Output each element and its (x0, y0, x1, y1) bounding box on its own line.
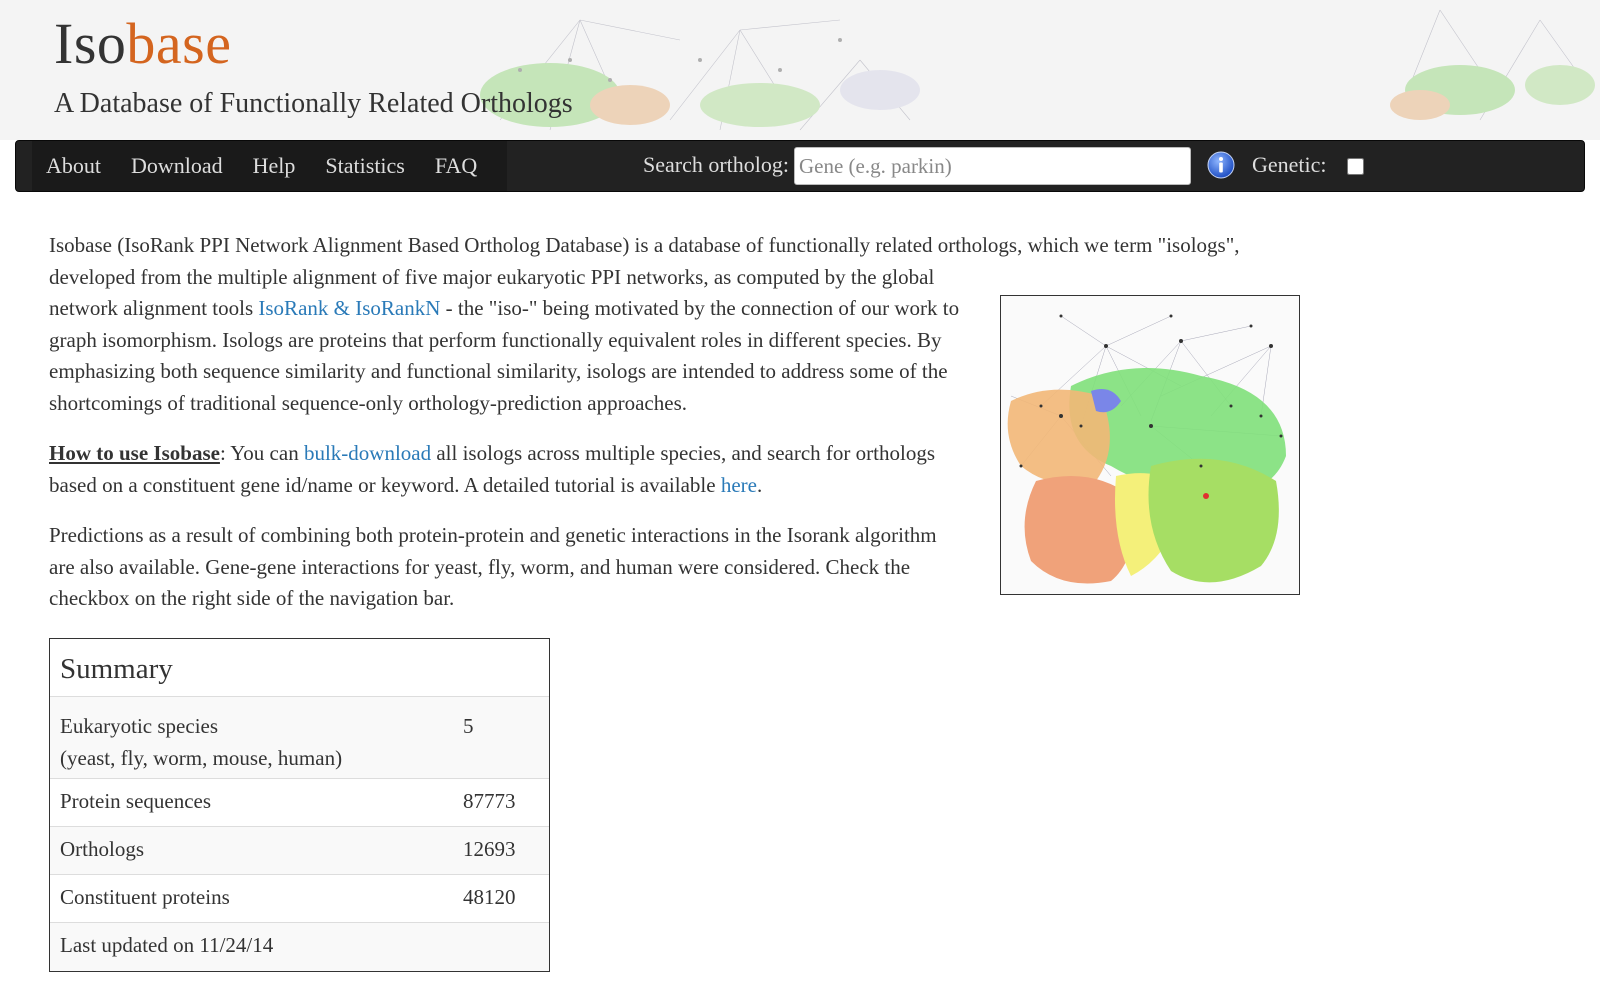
network-alignment-image (1007, 314, 1286, 584)
network-background-image-right (1390, 9, 1595, 121)
site-logo[interactable]: Isobase (54, 6, 231, 82)
bulk-download-link[interactable]: bulk-download (304, 441, 431, 465)
last-updated: Last updated on 11/24/14 (60, 933, 274, 957)
row-label: Constituent proteins (60, 885, 230, 909)
nav-link-about[interactable]: About (46, 153, 101, 179)
logo-text-iso: Iso (54, 11, 127, 76)
species-value: 5 (463, 714, 474, 738)
genetic-checkbox[interactable] (1347, 158, 1364, 175)
nav-link-download[interactable]: Download (131, 153, 223, 179)
table-row: Last updated on 11/24/14 (50, 923, 549, 971)
row-label: Orthologs (60, 837, 144, 861)
species-label: Eukaryotic species (60, 714, 219, 738)
network-alignment-figure (1000, 295, 1300, 595)
row-value: 48120 (463, 885, 516, 909)
genetic-label: Genetic: (1252, 152, 1327, 177)
species-list: (yeast, fly, worm, mouse, human) (60, 746, 343, 770)
how-to-text-1: : You can (219, 441, 304, 465)
nav-link-help[interactable]: Help (253, 153, 296, 179)
table-row: Protein sequences 87773 (50, 779, 549, 827)
how-to-use-link[interactable]: How to use Isobase (49, 441, 220, 465)
row-label: Protein sequences (60, 789, 212, 813)
nav-links: About Download Help Statistics FAQ (32, 141, 508, 191)
how-to-text-3: . (756, 472, 763, 497)
table-row: Orthologs 12693 (50, 827, 549, 875)
row-value: 87773 (463, 789, 516, 813)
navigation-bar: About Download Help Statistics FAQ Searc… (15, 140, 1585, 192)
table-row: Eukaryotic species (yeast, fly, worm, mo… (50, 697, 549, 779)
nav-link-statistics[interactable]: Statistics (325, 153, 404, 179)
site-tagline: A Database of Functionally Related Ortho… (54, 88, 573, 119)
search-input[interactable] (794, 147, 1191, 185)
site-header: Isobase A Database of Functionally Relat… (0, 0, 1600, 140)
table-row: Constituent proteins 48120 (50, 875, 549, 923)
logo-text-base: base (126, 11, 232, 76)
info-icon[interactable] (1207, 151, 1235, 179)
species-cell: Eukaryotic species (yeast, fly, worm, mo… (60, 710, 463, 778)
summary-title: Summary (50, 639, 549, 697)
summary-table: Summary Eukaryotic species (yeast, fly, … (49, 638, 550, 972)
nav-link-faq[interactable]: FAQ (435, 153, 477, 179)
tutorial-here-link[interactable]: here (721, 473, 757, 497)
isorank-link[interactable]: IsoRank & IsoRankN (258, 296, 440, 320)
search-label: Search ortholog: (643, 152, 790, 177)
row-value: 12693 (463, 837, 516, 861)
